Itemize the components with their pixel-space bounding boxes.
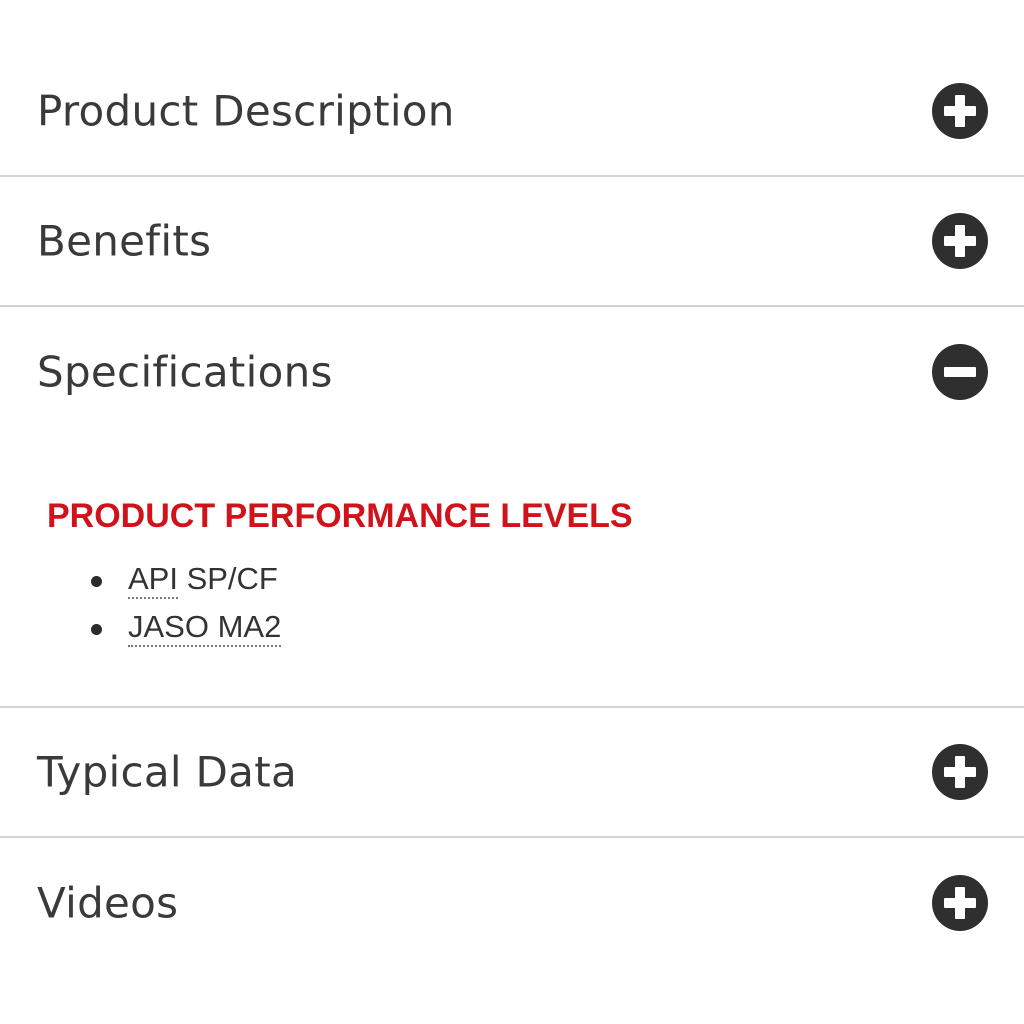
spec-abbreviation[interactable]: API [128,561,178,599]
section-title-benefits: Benefits [37,216,212,266]
spec-abbreviation[interactable]: JASO MA2 [128,609,282,647]
plus-circle-icon[interactable] [932,744,988,800]
section-product-description[interactable]: Product Description [0,47,1024,177]
performance-levels-heading: PRODUCT PERFORMANCE LEVELS [47,497,633,535]
section-benefits[interactable]: Benefits [0,177,1024,307]
section-title-product-description: Product Description [37,86,455,136]
section-title-videos: Videos [37,878,179,928]
section-specifications[interactable]: Specifications [0,307,1024,437]
specifications-panel: PRODUCT PERFORMANCE LEVELS API SP/CF JAS… [0,437,1024,708]
bullet-icon [91,624,102,635]
section-videos[interactable]: Videos [0,838,1024,968]
plus-circle-icon[interactable] [932,875,988,931]
plus-circle-icon[interactable] [932,213,988,269]
section-title-specifications: Specifications [37,347,333,397]
spec-item-rest: SP/CF [177,561,278,596]
section-typical-data[interactable]: Typical Data [0,708,1024,838]
spec-item-text: JASO MA2 [128,609,282,647]
spec-item-text: API SP/CF [128,561,278,599]
bullet-icon [91,576,102,587]
product-accordion: Product Description Benefits Specificati… [0,47,1024,968]
section-title-typical-data: Typical Data [37,747,298,797]
plus-circle-icon[interactable] [932,83,988,139]
minus-circle-icon[interactable] [932,344,988,400]
